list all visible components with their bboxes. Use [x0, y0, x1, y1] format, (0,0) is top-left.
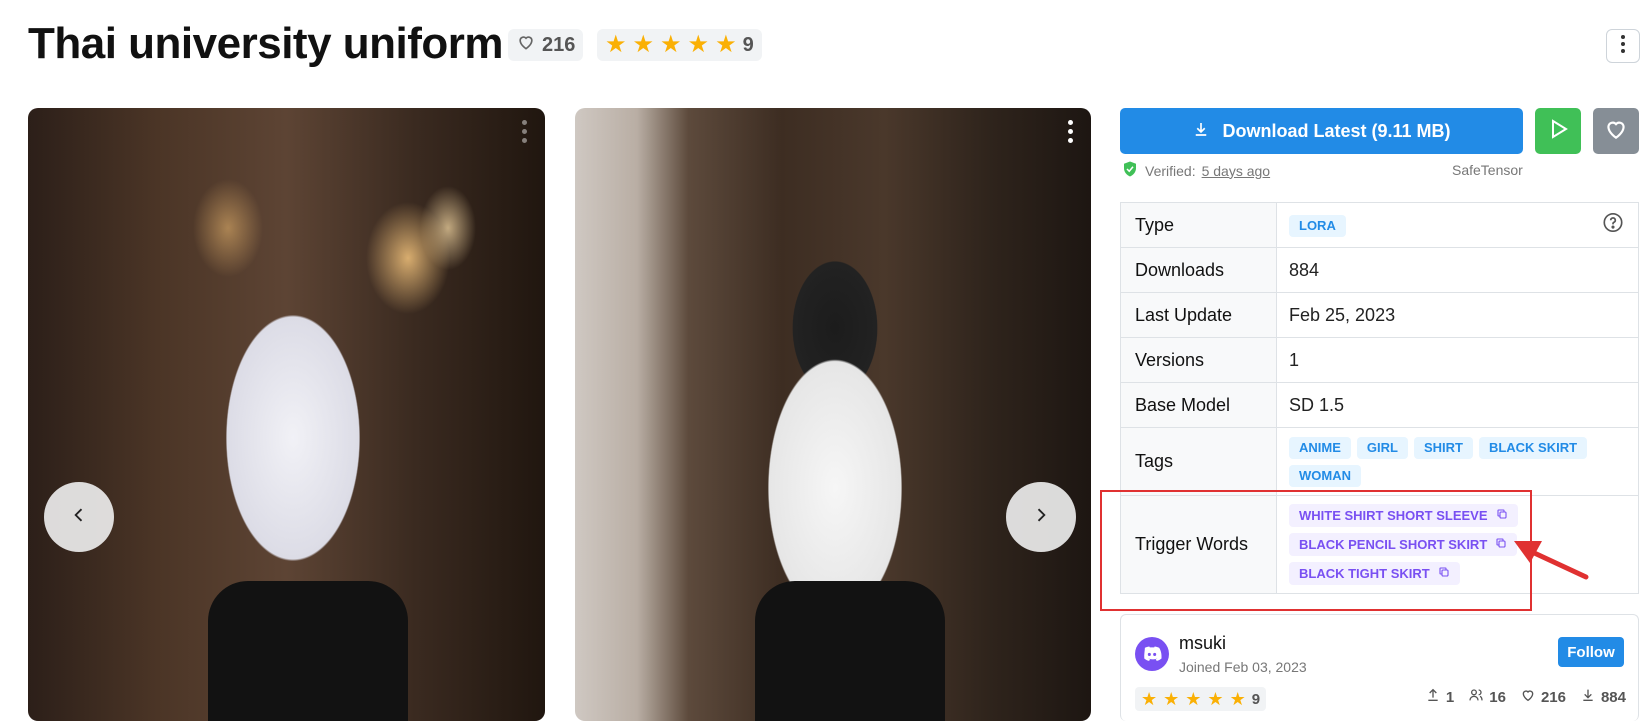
tags-list: ANIME GIRL SHIRT BLACK SKIRT WOMAN: [1289, 431, 1609, 493]
image-content: [208, 581, 408, 721]
favorites-count: 216: [1540, 688, 1566, 706]
creator-rating-count: 9: [1251, 690, 1261, 708]
downloads-value: 884: [1276, 247, 1639, 293]
shield-check-icon: [1121, 160, 1139, 181]
versions-value: 1: [1276, 337, 1639, 383]
vertical-dots-icon: [1620, 34, 1626, 59]
rating-badge[interactable]: ★ ★ ★ ★ ★ 9: [597, 29, 762, 61]
run-button[interactable]: [1535, 108, 1581, 154]
followers-stat: 16: [1468, 687, 1506, 707]
star-icon: ★: [605, 31, 627, 58]
tag-badge[interactable]: GIRL: [1356, 436, 1408, 459]
follow-button[interactable]: Follow: [1558, 637, 1624, 667]
help-icon[interactable]: [1602, 212, 1624, 239]
arrow-annotation-icon: [1508, 531, 1590, 588]
carousel-next-button[interactable]: [1006, 482, 1076, 552]
verified-date-link[interactable]: 5 days ago: [1202, 163, 1271, 179]
tag-badge[interactable]: SHIRT: [1413, 436, 1473, 459]
creator-joined-date: Joined Feb 03, 2023: [1179, 659, 1307, 675]
highlight-annotation: [1100, 490, 1532, 611]
likes-badge[interactable]: 216: [508, 29, 584, 61]
creator-card: msuki Joined Feb 03, 2023 Follow ★ ★ ★ ★…: [1120, 614, 1639, 721]
last-update-value: Feb 25, 2023: [1276, 292, 1639, 338]
verified-status: Verified: 5 days ago: [1121, 160, 1270, 181]
downloads-label: Downloads: [1120, 247, 1277, 293]
upload-icon: [1425, 687, 1441, 707]
chevron-right-icon: [1031, 505, 1051, 530]
file-format: SafeTensor: [1452, 162, 1523, 178]
star-icon: ★: [1185, 689, 1202, 709]
uploads-count: 1: [1445, 688, 1455, 706]
page-title: Thai university uniform: [28, 19, 504, 68]
download-icon: [1580, 687, 1596, 707]
heart-icon: [1603, 116, 1629, 147]
users-icon: [1468, 687, 1484, 707]
star-icon: ★: [1163, 689, 1180, 709]
heart-icon: [516, 32, 536, 58]
image-content: [755, 581, 945, 721]
download-label: Download Latest (9.11 MB): [1222, 120, 1451, 141]
type-badge: LORA: [1289, 214, 1346, 237]
image-menu-icon[interactable]: [522, 120, 527, 143]
gallery-image[interactable]: [575, 108, 1091, 721]
base-model-label: Base Model: [1120, 382, 1277, 428]
base-model-value: SD 1.5: [1276, 382, 1639, 428]
likes-count: 216: [542, 33, 576, 56]
heart-icon: [1520, 687, 1536, 707]
tag-badge[interactable]: BLACK SKIRT: [1478, 436, 1588, 459]
followers-count: 16: [1489, 688, 1506, 706]
star-icon: ★: [715, 31, 737, 58]
tag-badge[interactable]: WOMAN: [1289, 464, 1361, 487]
play-icon: [1546, 117, 1570, 146]
versions-label: Versions: [1120, 337, 1277, 383]
carousel-prev-button[interactable]: [44, 482, 114, 552]
star-icon: ★: [1207, 689, 1224, 709]
download-icon: [1192, 120, 1210, 143]
favorites-stat: 216: [1520, 687, 1566, 707]
downloads-stat: 884: [1580, 687, 1626, 707]
last-update-label: Last Update: [1120, 292, 1277, 338]
creator-name[interactable]: msuki: [1179, 633, 1226, 654]
star-icon: ★: [632, 31, 655, 58]
creator-stats: 1 16 216 884: [1425, 687, 1626, 707]
more-options-button[interactable]: [1606, 29, 1640, 63]
creator-rating-badge: ★ ★ ★ ★ ★ 9: [1135, 687, 1267, 711]
gallery-image[interactable]: [28, 108, 545, 721]
star-icon: ★: [1229, 689, 1246, 709]
tag-badge[interactable]: ANIME: [1289, 436, 1351, 459]
star-icon: ★: [687, 31, 710, 58]
type-label: Type: [1120, 202, 1277, 248]
image-menu-icon[interactable]: [1068, 120, 1073, 143]
chevron-left-icon: [69, 505, 89, 530]
uploads-stat: 1: [1425, 687, 1454, 707]
tags-label: Tags: [1120, 427, 1277, 496]
discord-avatar-icon[interactable]: [1135, 637, 1169, 671]
star-icon: ★: [660, 31, 682, 58]
verified-label: Verified:: [1145, 162, 1196, 179]
downloads-count: 884: [1600, 688, 1626, 706]
rating-count: 9: [742, 33, 754, 56]
star-icon: ★: [1141, 689, 1158, 709]
favorite-button[interactable]: [1593, 108, 1639, 154]
download-latest-button[interactable]: Download Latest (9.11 MB): [1120, 108, 1523, 154]
